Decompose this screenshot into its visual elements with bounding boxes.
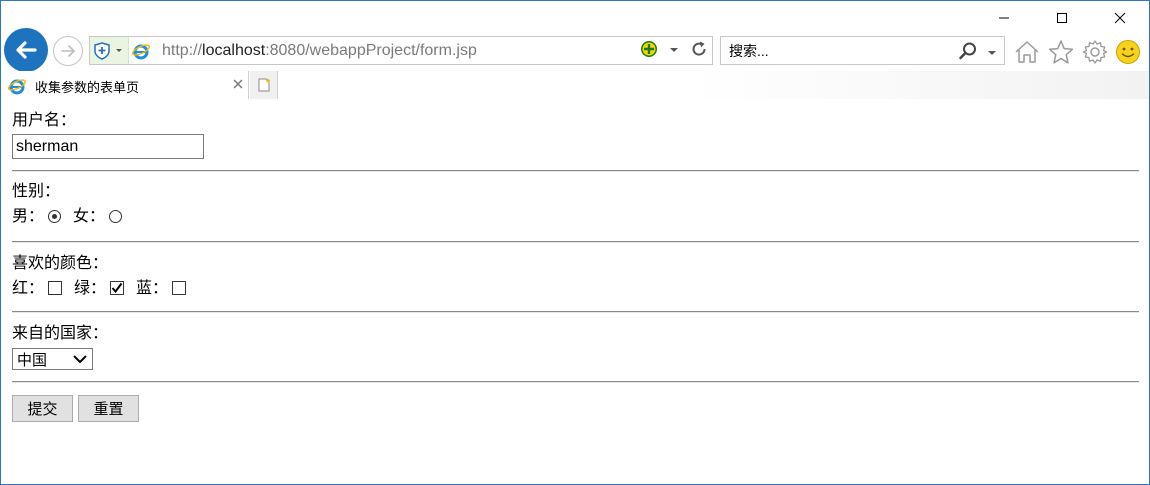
ie-tab-icon (8, 77, 26, 99)
url-text[interactable]: http://localhost:8080/webappProject/form… (162, 42, 477, 60)
close-icon (233, 79, 243, 89)
tab-close-button[interactable] (230, 76, 246, 92)
gender-female-label: 女： (73, 206, 106, 225)
color-blue-checkbox[interactable] (172, 281, 187, 295)
color-label: 喜欢的颜色： (12, 253, 109, 272)
back-button[interactable] (4, 28, 48, 72)
username-input[interactable] (12, 134, 204, 159)
navigation-bar: http://localhost:8080/webappProject/form… (1, 27, 1149, 75)
username-label: 用户名： (12, 110, 77, 129)
favorites-star-icon[interactable] (1047, 39, 1075, 69)
gender-male-label: 男： (12, 206, 45, 225)
settings-gear-icon[interactable] (1081, 39, 1109, 69)
color-blue-label: 蓝： (136, 278, 169, 297)
color-green-checkbox[interactable] (110, 281, 125, 295)
forward-button[interactable] (53, 36, 83, 66)
shield-icon (94, 41, 122, 60)
back-arrow-icon (16, 41, 37, 59)
ie-logo-icon (132, 42, 150, 64)
divider (12, 381, 1139, 383)
chevron-down-icon (73, 355, 87, 364)
color-green-label: 绿： (74, 278, 107, 297)
reset-button[interactable]: 重置 (78, 395, 139, 422)
minimize-icon (999, 17, 1009, 19)
new-tab-button[interactable] (250, 71, 278, 99)
browser-tools (1013, 39, 1141, 69)
tracking-protection-button[interactable] (90, 37, 129, 64)
close-icon (1114, 12, 1126, 24)
gender-male-radio[interactable] (48, 209, 62, 223)
country-selected-value: 中国 (17, 350, 48, 369)
forward-arrow-icon (61, 45, 75, 57)
search-bar[interactable] (720, 36, 1005, 65)
gender-female-radio[interactable] (109, 209, 123, 223)
smiley-feedback-icon[interactable] (1115, 39, 1141, 69)
gender-options: 男： 女： (12, 205, 134, 227)
color-red-checkbox[interactable] (48, 281, 63, 295)
dropdown-icon[interactable] (668, 41, 680, 60)
browser-window: http://localhost:8080/webappProject/form… (0, 0, 1150, 485)
home-icon[interactable] (1013, 39, 1041, 69)
new-tab-icon (258, 78, 271, 92)
refresh-icon[interactable] (690, 40, 708, 62)
country-select[interactable]: 中国 (12, 348, 93, 370)
checkmark-icon (111, 282, 123, 294)
tab-title: 收集参数的表单页 (35, 81, 140, 96)
divider (12, 241, 1139, 243)
address-bar-actions (640, 40, 708, 61)
divider (12, 170, 1139, 172)
color-red-label: 红： (12, 278, 45, 297)
submit-button[interactable]: 提交 (12, 395, 73, 422)
search-icon[interactable] (958, 41, 978, 65)
search-input[interactable] (729, 41, 949, 61)
color-options: 红： 绿： 蓝： (12, 277, 198, 299)
address-bar[interactable]: http://localhost:8080/webappProject/form… (89, 36, 713, 65)
country-label: 来自的国家： (12, 323, 109, 342)
divider (12, 311, 1139, 313)
compatibility-icon[interactable] (640, 40, 658, 62)
tab-active[interactable]: 收集参数的表单页 (1, 71, 249, 99)
tab-bar: 收集参数的表单页 (1, 71, 1149, 99)
search-dropdown-icon[interactable] (986, 44, 998, 63)
search-actions (958, 41, 998, 65)
page-content: 用户名： 性别： 男： 女： 喜欢的颜色： 红： 绿： 蓝： 来自的国家： (1, 99, 1149, 484)
maximize-icon (1057, 13, 1067, 23)
gender-label: 性别： (12, 181, 61, 200)
